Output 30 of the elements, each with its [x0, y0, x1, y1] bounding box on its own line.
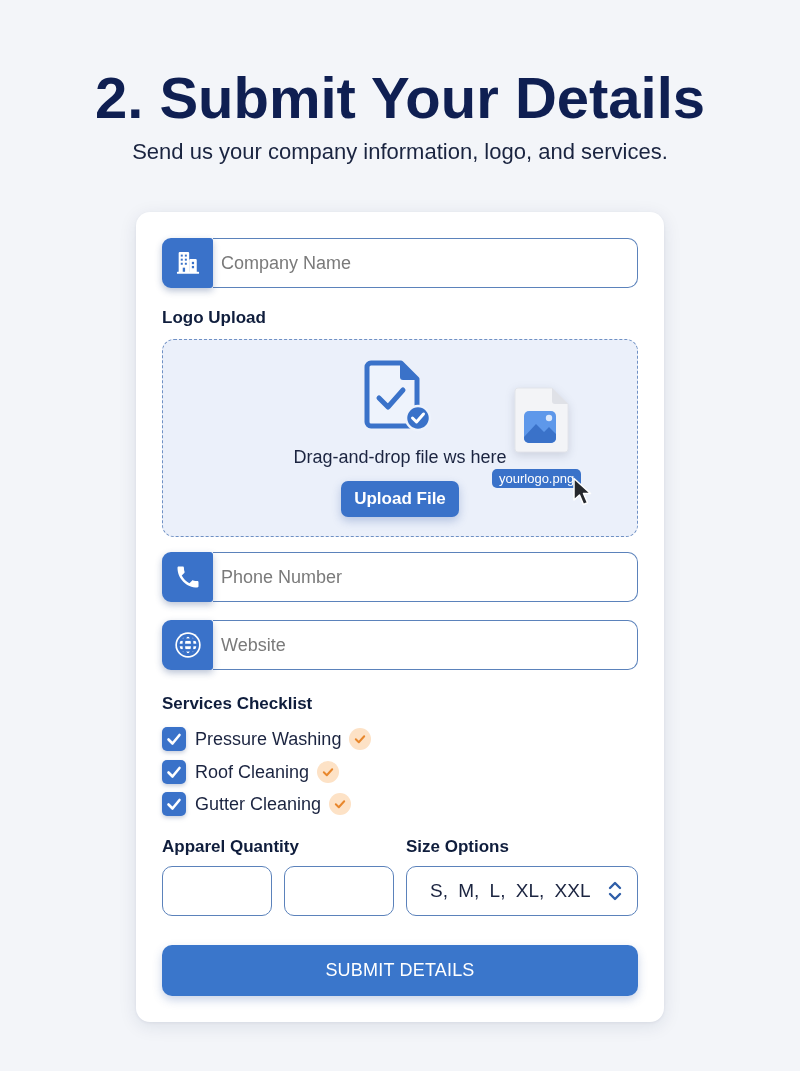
file-check-icon [364, 359, 432, 432]
section-label: Services Checklist [162, 694, 314, 714]
company-name-field[interactable]: Company Name [213, 238, 638, 288]
checkbox[interactable] [162, 727, 186, 751]
page-subtitle: Send us your company information, logo, and services. [132, 139, 668, 165]
file-name-tag: yourlogo.png [492, 469, 582, 488]
service-label: Pressure Washing [195, 728, 342, 750]
building-icon [162, 238, 213, 288]
section-label: Logo Upload [162, 308, 267, 328]
phone-icon [162, 552, 213, 602]
page-title: 2. Submit Your Details [94, 64, 706, 132]
quantity-input[interactable] [162, 866, 272, 916]
image-file-icon [514, 387, 569, 453]
up-down-chevron-icon [608, 880, 622, 902]
cursor-arrow-icon [572, 477, 592, 507]
upload-file-button[interactable]: Upload File [341, 480, 459, 517]
section-label: Apparel Quantity [162, 837, 300, 857]
drop-prompt: Drag-and-drop file ws here [293, 445, 507, 468]
quantity-input[interactable] [284, 866, 394, 916]
upload-dropzone[interactable]: Drag-and-drop file ws here Upload File yourlogo.png [162, 339, 638, 537]
service-label: Gutter Cleaning [195, 793, 322, 815]
section-label: Size Options [406, 837, 510, 857]
globe-icon [162, 620, 213, 670]
phone-number-field[interactable]: Phone Number [213, 552, 638, 602]
checkbox[interactable] [162, 759, 186, 784]
service-label: Roof Cleaning [195, 760, 310, 783]
checkbox[interactable] [162, 792, 186, 816]
size-select[interactable]: S, M, L, XL, XXL [406, 866, 638, 916]
submit-details-button[interactable]: SUBMIT DETAILS [162, 945, 638, 996]
website-field[interactable]: Website [213, 620, 638, 670]
